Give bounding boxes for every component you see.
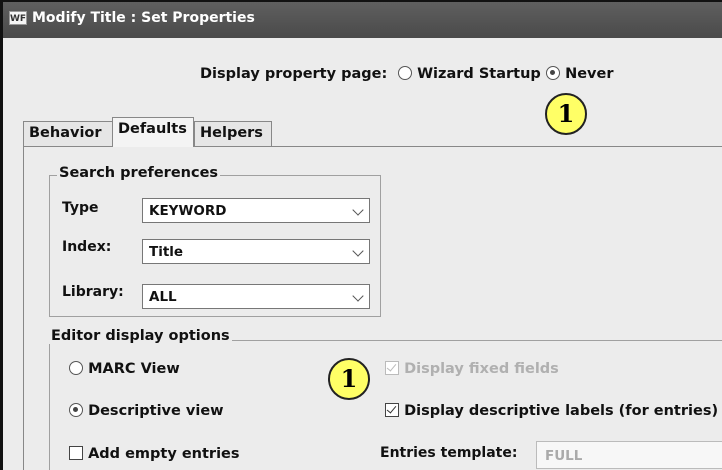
checkbox-icon: [69, 446, 83, 460]
dialog-window: WF Modify Title : Set Properties Display…: [0, 0, 722, 470]
entries-template-label: Entries template:: [380, 445, 518, 461]
editor-display-legend: Editor display options: [49, 328, 232, 344]
type-value: KEYWORD: [149, 203, 227, 219]
index-select[interactable]: Title: [142, 239, 370, 264]
checkbox-checked-icon: [385, 361, 399, 375]
add-empty-entries-label: Add empty entries: [88, 446, 240, 462]
tab-helpers[interactable]: Helpers: [194, 121, 272, 147]
radio-off-icon: [398, 66, 412, 80]
display-descriptive-labels-label: Display descriptive labels (for entries): [404, 403, 719, 419]
chevron-down-icon: [352, 245, 364, 257]
descriptive-view-label: Descriptive view: [88, 403, 224, 419]
display-fixed-fields-label: Display fixed fields: [404, 361, 559, 377]
radio-on-icon: [69, 403, 83, 417]
wizard-startup-label: Wizard Startup: [417, 66, 541, 82]
callout-badge: 1: [545, 93, 587, 135]
index-label: Index:: [62, 239, 112, 255]
type-select[interactable]: KEYWORD: [142, 198, 370, 223]
window-title: Modify Title : Set Properties: [32, 10, 255, 26]
title-bar[interactable]: WF Modify Title : Set Properties: [3, 2, 722, 38]
descriptive-view-radio[interactable]: Descriptive view: [69, 403, 224, 419]
checkbox-checked-icon: [385, 403, 399, 417]
add-empty-entries-checkbox[interactable]: Add empty entries: [69, 446, 240, 462]
tab-behavior[interactable]: Behavior: [23, 121, 114, 147]
tab-defaults[interactable]: Defaults: [112, 117, 194, 147]
app-icon: WF: [9, 11, 27, 25]
property-page-row: Display property page: Wizard Startup Ne…: [3, 64, 722, 86]
display-fixed-fields-checkbox[interactable]: Display fixed fields: [385, 361, 559, 377]
library-value: ALL: [149, 289, 177, 305]
entries-template-select[interactable]: FULL: [536, 441, 722, 469]
chevron-down-icon: [352, 290, 364, 302]
library-select[interactable]: ALL: [142, 284, 370, 309]
search-preferences-legend: Search preferences: [57, 165, 221, 181]
display-descriptive-labels-checkbox[interactable]: Display descriptive labels (for entries): [385, 403, 718, 419]
radio-off-icon: [69, 361, 83, 375]
defaults-panel: Search preferences Type KEYWORD Index: T…: [23, 146, 722, 470]
property-page-label: Display property page:: [200, 66, 388, 82]
callout-badge: 1: [328, 358, 370, 400]
chevron-down-icon: [352, 204, 364, 216]
marc-view-label: MARC View: [88, 361, 180, 377]
never-radio[interactable]: Never: [546, 66, 613, 82]
wizard-startup-radio[interactable]: Wizard Startup: [398, 66, 541, 82]
never-label: Never: [565, 66, 614, 82]
index-value: Title: [149, 244, 184, 260]
radio-on-icon: [546, 66, 560, 80]
marc-view-radio[interactable]: MARC View: [69, 361, 180, 377]
library-label: Library:: [62, 284, 124, 300]
type-label: Type: [62, 200, 99, 216]
